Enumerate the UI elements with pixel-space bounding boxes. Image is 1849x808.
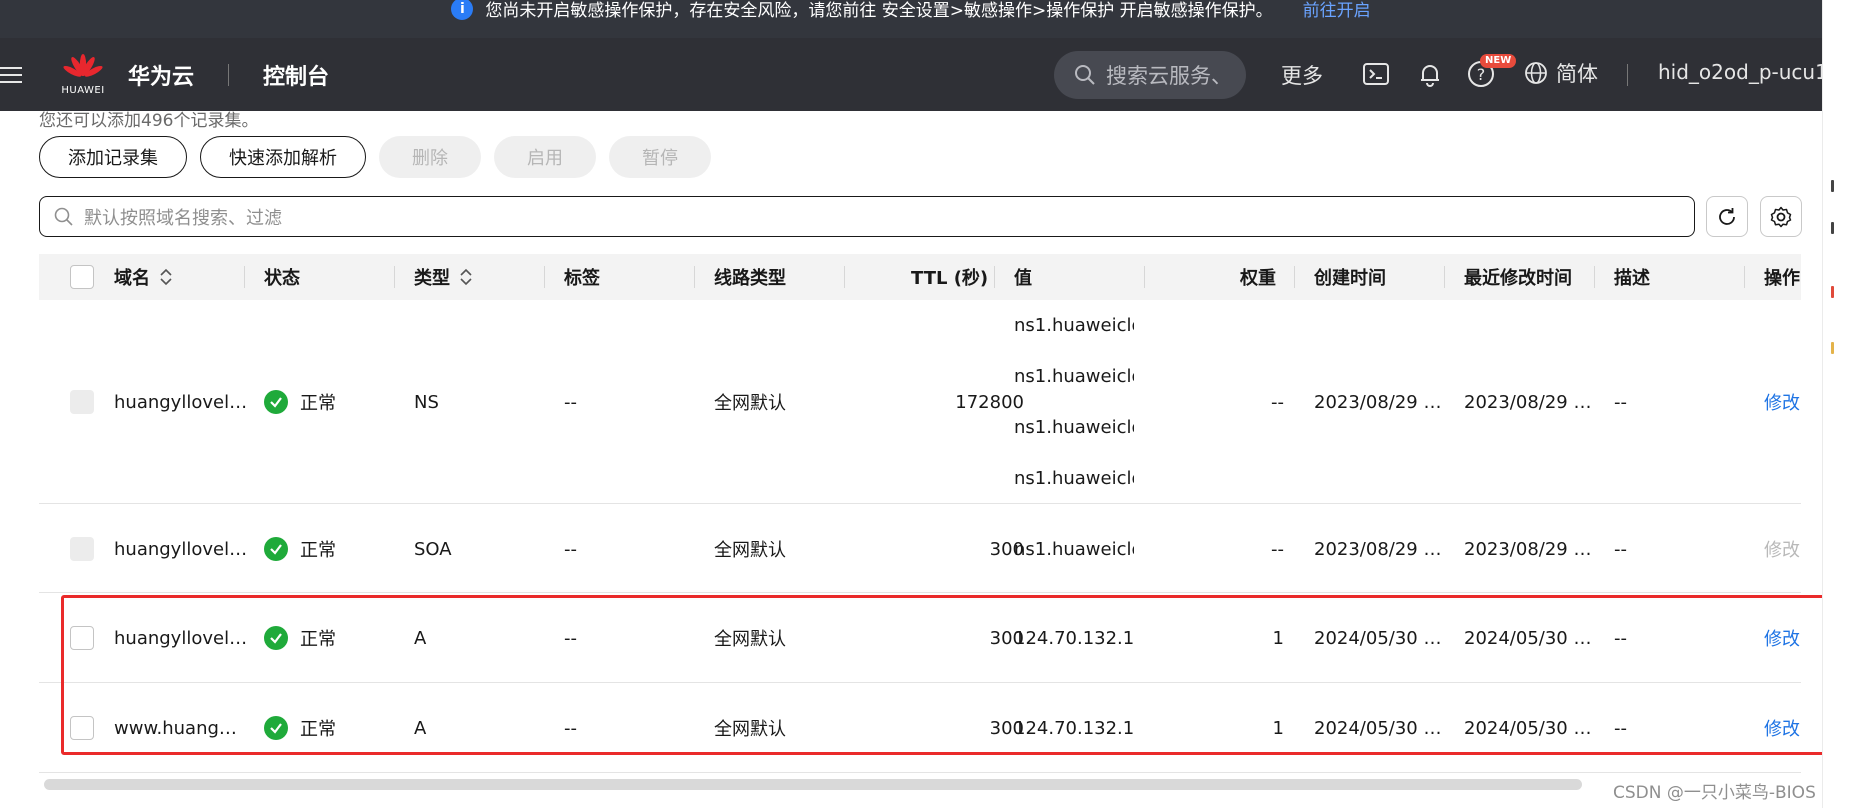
ttl-cell: 300 [989,538,1024,560]
column-header-created: 创建时间 [1314,268,1386,289]
watermark: CSDN @一只小菜鸟-BIOS [1613,783,1816,803]
search-placeholder: 搜索云服务、 [1106,64,1232,88]
status-text: 正常 [300,393,336,414]
domain-cell[interactable]: huangyllovel… [114,390,247,414]
modified-cell: 2023/08/29 … [1464,538,1592,560]
weight-cell: -- [1271,538,1284,560]
table-row: huangyllovel… 正常 NS -- 全网默认 172800 ns1.h… [39,300,1801,504]
pause-button[interactable]: 暂停 [609,136,711,178]
column-header-tag: 标签 [564,268,600,289]
language-switch[interactable]: 简体 [1524,58,1598,88]
banner-link[interactable]: 前往开启 [1303,0,1371,21]
huawei-logo[interactable]: HUAWEI [61,53,105,96]
select-all-checkbox[interactable] [70,254,94,300]
tag-cell: -- [564,538,577,560]
column-header-status: 状态 [264,268,300,289]
line-type-cell: 全网默认 [714,540,786,561]
bell-icon[interactable] [1416,60,1444,88]
weight-cell: -- [1271,391,1284,413]
quick-add-resolution-button[interactable]: 快速添加解析 [200,136,366,178]
value-item: ns1.huaweiclou [1014,468,1134,489]
language-label: 简体 [1556,62,1598,86]
status-cell: 正常 [264,390,336,414]
menu-icon[interactable] [0,65,24,85]
refresh-icon [1719,207,1735,225]
value-item: ns1.huaweiclou [1014,366,1134,387]
ttl-cell: 172800 [955,391,1024,413]
search-icon [54,207,73,226]
column-label: 域名 [114,268,150,289]
value-item: ns1.huaweiclou [1014,417,1134,438]
column-header-description: 描述 [1614,268,1650,289]
horizontal-scrollbar[interactable] [44,779,1582,790]
right-edge-strip [1822,0,1849,808]
column-header-value: 值 [1014,268,1032,289]
terminal-icon[interactable] [1362,60,1390,88]
modified-cell: 2023/08/29 … [1464,391,1592,413]
huawei-flower-icon [63,54,103,77]
description-cell: -- [1614,538,1627,560]
tag-cell: -- [564,391,577,413]
line-type-cell: 全网默认 [714,393,786,414]
table-header: 域名 状态 类型 标签 线路类型 TTL (秒) 值 权重 创建时间 最近修改时… [39,254,1801,300]
status-ok-icon [264,537,288,561]
status-text: 正常 [300,540,336,561]
settings-button[interactable] [1760,196,1802,237]
column-label: 类型 [414,268,450,289]
modify-link[interactable]: 修改 [1764,390,1800,414]
created-cell: 2023/08/29 … [1314,391,1442,413]
info-icon: i [451,0,474,20]
filter-placeholder: 默认按照域名搜索、过滤 [84,207,282,229]
column-header-type[interactable]: 类型 [414,254,474,300]
row-checkbox[interactable] [70,537,94,561]
domain-cell[interactable]: huangyllovel… [114,537,247,561]
security-banner: i 您尚未开启敏感操作保护，存在安全风险，请您前往 安全设置>敏感操作>操作保护… [0,0,1822,38]
status-cell: 正常 [264,537,336,561]
logo-word: HUAWEI [61,85,105,96]
service-search-input[interactable]: 搜索云服务、 [1054,51,1246,99]
more-menu[interactable]: 更多 [1281,60,1323,90]
add-record-set-button[interactable]: 添加记录集 [39,136,187,178]
new-badge: NEW [1480,54,1517,68]
globe-icon [1525,62,1547,84]
value-cell: ns1.huaweiclou ns1.huaweiclou ns1.huawei… [1014,300,1134,504]
highlight-box [61,595,1845,755]
user-account[interactable]: hid_o2od_p-ucu1z [1658,60,1838,84]
row-checkbox[interactable] [70,390,94,414]
divider [228,63,230,86]
value-item: ns1.huaweiclou [1014,315,1134,336]
gear-icon [1770,206,1792,227]
type-cell: SOA [414,538,452,560]
sort-icon[interactable] [458,268,474,286]
record-quota-note: 您还可以添加496个记录集。 [39,111,259,131]
column-header-line-type: 线路类型 [714,268,786,289]
divider [1627,64,1628,86]
created-cell: 2023/08/29 … [1314,538,1442,560]
type-cell: NS [414,391,439,413]
table-row: huangyllovel… 正常 SOA -- 全网默认 300 ns1.hua… [39,504,1801,593]
search-icon [1075,65,1095,85]
banner-text: 您尚未开启敏感操作保护，存在安全风险，请您前往 安全设置>敏感操作>操作保护 开… [485,1,1273,21]
brand-name[interactable]: 华为云 [128,59,194,91]
status-ok-icon [264,390,288,414]
enable-button[interactable]: 启用 [494,136,596,178]
description-cell: -- [1614,391,1627,413]
action-button-row: 添加记录集 快速添加解析 删除 启用 暂停 [39,136,711,178]
delete-button[interactable]: 删除 [379,136,481,178]
column-header-modified: 最近修改时间 [1464,268,1572,289]
column-header-ttl: TTL (秒) [911,268,989,289]
console-title[interactable]: 控制台 [263,59,329,91]
domain-filter-input[interactable]: 默认按照域名搜索、过滤 [39,196,1695,237]
sort-icon[interactable] [158,268,174,286]
column-header-action: 操作 [1764,268,1800,289]
column-header-domain[interactable]: 域名 [114,254,174,300]
top-navigation: HUAWEI 华为云 控制台 搜索云服务、 更多 ? NEW 简体 hid_o2… [0,38,1838,111]
column-header-weight: 权重 [1240,268,1276,289]
value-cell: ns1.huaweiclou [1014,538,1134,560]
modify-link-disabled[interactable]: 修改 [1764,537,1800,561]
svg-text:?: ? [1477,65,1486,84]
refresh-button[interactable] [1706,196,1748,237]
